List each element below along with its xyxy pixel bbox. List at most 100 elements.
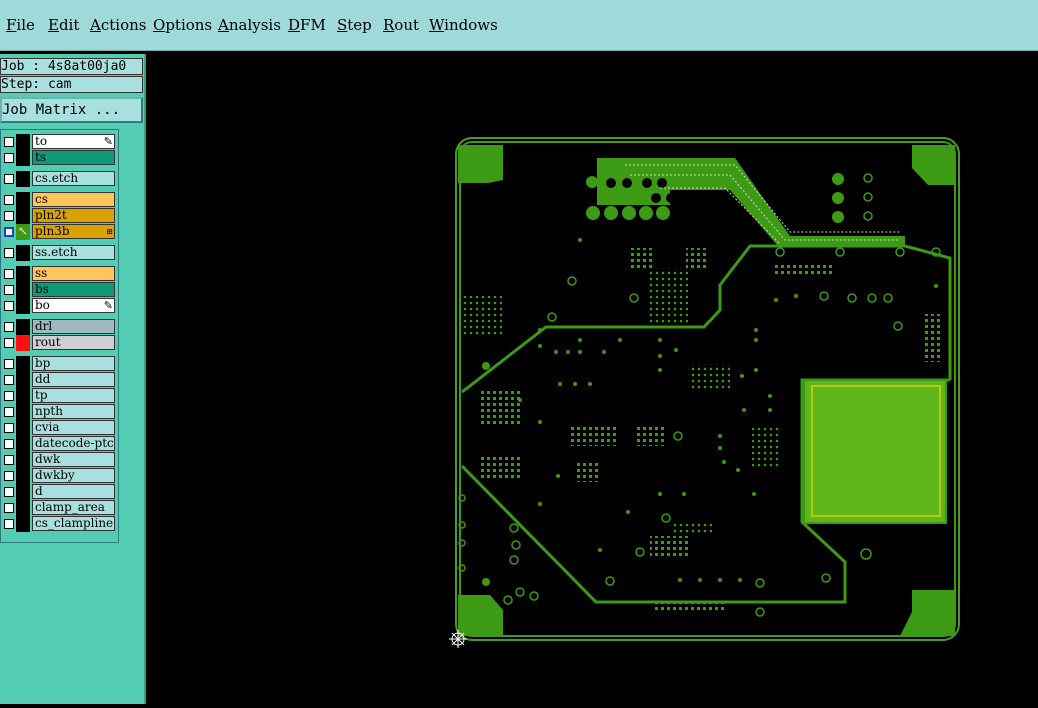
layer-row-pln3b[interactable]: ↖ pln3b ⊞ xyxy=(1,224,119,240)
layer-row-rout[interactable]: rout xyxy=(1,335,119,351)
layer-row-to[interactable]: to ✎ xyxy=(1,134,119,150)
layer-row-bs[interactable]: bs xyxy=(1,282,119,298)
layer-checkbox[interactable] xyxy=(4,301,14,311)
layer-status-swatch[interactable] xyxy=(16,335,30,351)
menu-options[interactable]: Options xyxy=(153,16,212,34)
layer-name[interactable]: cs.etch xyxy=(32,171,115,186)
layer-row-clamp-area[interactable]: clamp_area xyxy=(1,500,119,516)
menu-windows[interactable]: Windows xyxy=(429,16,498,34)
menu-file[interactable]: File xyxy=(6,16,35,34)
layer-status-swatch[interactable] xyxy=(16,468,30,484)
layer-name[interactable]: dwk xyxy=(32,452,115,467)
layer-checkbox[interactable] xyxy=(4,227,14,237)
layer-status-swatch[interactable] xyxy=(16,192,30,208)
layer-name[interactable]: ss xyxy=(32,266,115,281)
layer-row-ss[interactable]: ss xyxy=(1,266,119,282)
layer-name[interactable]: cs xyxy=(32,192,115,207)
layer-name[interactable]: ss.etch xyxy=(32,245,115,260)
layer-status-swatch[interactable] xyxy=(16,356,30,372)
layer-name[interactable]: cvia xyxy=(32,420,115,435)
layer-status-swatch[interactable] xyxy=(16,298,30,314)
layer-status-swatch[interactable] xyxy=(16,516,30,532)
layer-name[interactable]: bo ✎ xyxy=(32,298,115,313)
layer-row-bo[interactable]: bo ✎ xyxy=(1,298,119,314)
pcb-canvas[interactable] xyxy=(146,54,1038,704)
layer-status-swatch[interactable] xyxy=(16,372,30,388)
layer-name[interactable]: datecode-ptc xyxy=(32,436,115,451)
layer-checkbox[interactable] xyxy=(4,153,14,163)
layer-row-d[interactable]: d xyxy=(1,484,119,500)
layer-row-bp[interactable]: bp xyxy=(1,356,119,372)
layer-row-ss-etch[interactable]: ss.etch xyxy=(1,245,119,261)
layer-name[interactable]: ts xyxy=(32,150,115,165)
layer-row-cvia[interactable]: cvia xyxy=(1,420,119,436)
layer-checkbox[interactable] xyxy=(4,391,14,401)
menu-analysis[interactable]: Analysis xyxy=(218,16,281,34)
layer-checkbox[interactable] xyxy=(4,338,14,348)
layer-name[interactable]: to ✎ xyxy=(32,134,115,149)
layer-name[interactable]: pln2t xyxy=(32,208,115,223)
pcb-board-view[interactable] xyxy=(146,54,1038,704)
layer-status-swatch[interactable] xyxy=(16,500,30,516)
layer-row-cs[interactable]: cs xyxy=(1,192,119,208)
layer-checkbox[interactable] xyxy=(4,519,14,529)
layer-name[interactable]: bp xyxy=(32,356,115,371)
layer-checkbox[interactable] xyxy=(4,439,14,449)
layer-status-swatch[interactable] xyxy=(16,388,30,404)
layer-row-cs-clampline[interactable]: cs_clampline xyxy=(1,516,119,532)
layer-status-swatch[interactable]: ↖ xyxy=(16,224,30,240)
layer-checkbox[interactable] xyxy=(4,322,14,332)
layer-checkbox[interactable] xyxy=(4,211,14,221)
layer-name[interactable]: dd xyxy=(32,372,115,387)
menu-step[interactable]: Step xyxy=(337,16,372,34)
menu-actions[interactable]: Actions xyxy=(90,16,146,34)
layer-row-dwk[interactable]: dwk xyxy=(1,452,119,468)
layer-row-npth[interactable]: npth xyxy=(1,404,119,420)
layer-checkbox[interactable] xyxy=(4,407,14,417)
layer-checkbox[interactable] xyxy=(4,248,14,258)
layer-status-swatch[interactable] xyxy=(16,171,30,187)
layer-status-swatch[interactable] xyxy=(16,134,30,150)
job-matrix-button[interactable]: Job Matrix ... xyxy=(0,97,143,123)
layer-status-swatch[interactable] xyxy=(16,420,30,436)
layer-row-pln2t[interactable]: pln2t xyxy=(1,208,119,224)
layer-status-swatch[interactable] xyxy=(16,319,30,335)
layer-name[interactable]: tp xyxy=(32,388,115,403)
layer-checkbox[interactable] xyxy=(4,503,14,513)
layer-status-swatch[interactable] xyxy=(16,282,30,298)
layer-name[interactable]: pln3b ⊞ xyxy=(32,224,115,239)
layer-row-tp[interactable]: tp xyxy=(1,388,119,404)
layer-row-drl[interactable]: drl xyxy=(1,319,119,335)
layer-status-swatch[interactable] xyxy=(16,245,30,261)
layer-checkbox[interactable] xyxy=(4,195,14,205)
layer-row-cs-etch[interactable]: cs.etch xyxy=(1,171,119,187)
layer-name[interactable]: d xyxy=(32,484,115,499)
layer-status-swatch[interactable] xyxy=(16,208,30,224)
layer-checkbox[interactable] xyxy=(4,423,14,433)
menu-rout[interactable]: Rout xyxy=(383,16,419,34)
layer-name[interactable]: cs_clampline xyxy=(32,516,115,531)
layer-status-swatch[interactable] xyxy=(16,266,30,282)
layer-name[interactable]: bs xyxy=(32,282,115,297)
layer-checkbox[interactable] xyxy=(4,137,14,147)
layer-checkbox[interactable] xyxy=(4,471,14,481)
layer-checkbox[interactable] xyxy=(4,285,14,295)
layer-status-swatch[interactable] xyxy=(16,484,30,500)
layer-status-swatch[interactable] xyxy=(16,404,30,420)
layer-checkbox[interactable] xyxy=(4,375,14,385)
layer-row-dwkby[interactable]: dwkby xyxy=(1,468,119,484)
layer-status-swatch[interactable] xyxy=(16,452,30,468)
layer-name[interactable]: rout xyxy=(32,335,115,350)
layer-name[interactable]: drl xyxy=(32,319,115,334)
layer-status-swatch[interactable] xyxy=(16,436,30,452)
layer-name[interactable]: dwkby xyxy=(32,468,115,483)
layer-name[interactable]: clamp_area xyxy=(32,500,115,515)
menu-dfm[interactable]: DFM xyxy=(288,16,326,34)
layer-name[interactable]: npth xyxy=(32,404,115,419)
layer-checkbox[interactable] xyxy=(4,455,14,465)
layer-row-datecode-ptc[interactable]: datecode-ptc xyxy=(1,436,119,452)
layer-row-ts[interactable]: ts xyxy=(1,150,119,166)
layer-checkbox[interactable] xyxy=(4,269,14,279)
layer-checkbox[interactable] xyxy=(4,359,14,369)
layer-row-dd[interactable]: dd xyxy=(1,372,119,388)
